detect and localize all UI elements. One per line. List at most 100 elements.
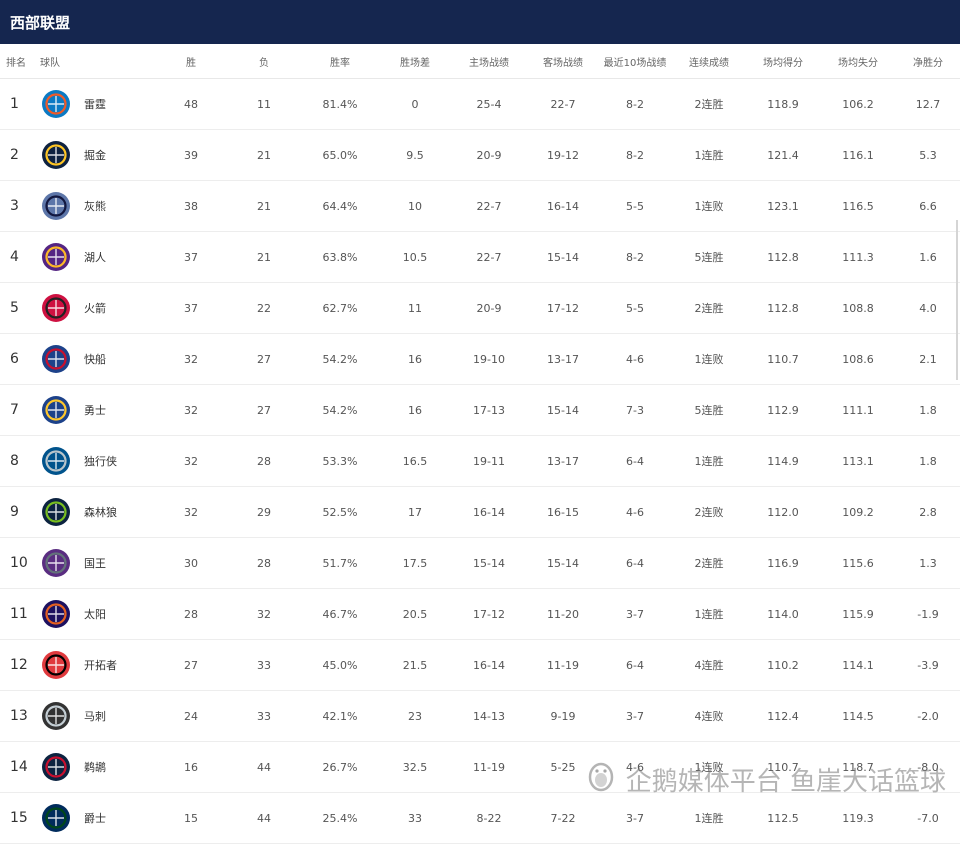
jazz-logo — [40, 802, 72, 834]
away-record-cell: 7-22 — [528, 792, 598, 844]
last10-record-cell: 8-2 — [598, 78, 672, 130]
team-cell[interactable]: 森林狼 — [34, 486, 154, 538]
table-row[interactable]: 4 湖人 37 21 63.8% 10.5 22-7 15-14 8-2 5连胜 112.8 111.… — [0, 231, 960, 283]
col-header-streak: 连续成绩 — [672, 44, 746, 79]
point-diff-cell: 4.0 — [896, 282, 960, 334]
page-title: 西部联盟 — [0, 0, 960, 44]
home-record-cell: 22-7 — [450, 231, 528, 283]
away-record-cell: 13-17 — [528, 333, 598, 385]
point-diff-cell: 1.3 — [896, 537, 960, 589]
home-record-cell: 16-14 — [450, 486, 528, 538]
team-cell[interactable]: 国王 — [34, 537, 154, 589]
losses-cell: 29 — [228, 486, 300, 538]
home-record-cell: 14-13 — [450, 690, 528, 742]
team-cell[interactable]: 火箭 — [34, 282, 154, 334]
table-row[interactable]: 3 灰熊 38 21 64.4% 10 22-7 16-14 5-5 1连败 123.1 116.5 6… — [0, 180, 960, 232]
table-row[interactable]: 14 鹈鹕 16 44 26.7% 32.5 11-19 5-25 4-6 1连败 110.7 118… — [0, 741, 960, 793]
losses-cell: 44 — [228, 792, 300, 844]
home-record-cell: 16-14 — [450, 639, 528, 691]
wins-cell: 15 — [154, 792, 228, 844]
table-row[interactable]: 15 爵士 15 44 25.4% 33 8-22 7-22 3-7 1连胜 112.5 119.3-… — [0, 792, 960, 844]
streak-cell: 1连败 — [672, 741, 746, 793]
col-header-team: 球队 — [34, 44, 154, 79]
scrollbar[interactable] — [956, 220, 958, 380]
table-row[interactable]: 8 独行侠 32 28 53.3% 16.5 19-11 13-17 6-4 1连胜 114.9 11… — [0, 435, 960, 487]
ppg-cell: 112.8 — [746, 282, 820, 334]
team-cell[interactable]: 快船 — [34, 333, 154, 385]
table-row[interactable]: 10 国王 30 28 51.7% 17.5 15-14 15-14 6-4 2连胜 116.9 11… — [0, 537, 960, 589]
rank-cell: 6 — [0, 333, 34, 385]
team-name[interactable]: 掘金 — [84, 147, 106, 163]
team-name[interactable]: 国王 — [84, 555, 106, 571]
games-behind-cell: 0 — [380, 78, 450, 130]
team-cell[interactable]: 太阳 — [34, 588, 154, 640]
last10-record-cell: 8-2 — [598, 231, 672, 283]
team-cell[interactable]: 爵士 — [34, 792, 154, 844]
table-row[interactable]: 2 掘金 39 21 65.0% 9.5 20-9 19-12 8-2 1连胜 121.4 116.1… — [0, 129, 960, 181]
last10-record-cell: 8-2 — [598, 129, 672, 181]
win-pct-cell: 64.4% — [300, 180, 380, 232]
team-cell[interactable]: 马刺 — [34, 690, 154, 742]
table-row[interactable]: 12 开拓者 27 33 45.0% 21.5 16-14 11-19 6-4 4连胜 110.2 1… — [0, 639, 960, 691]
col-header-last10: 最近10场战绩 — [598, 44, 672, 79]
streak-cell: 5连胜 — [672, 231, 746, 283]
point-diff-cell: 2.8 — [896, 486, 960, 538]
team-cell[interactable]: 鹈鹕 — [34, 741, 154, 793]
team-cell[interactable]: 掘金 — [34, 129, 154, 181]
away-record-cell: 5-25 — [528, 741, 598, 793]
team-name[interactable]: 森林狼 — [84, 504, 117, 520]
team-cell[interactable]: 湖人 — [34, 231, 154, 283]
rank-cell: 9 — [0, 486, 34, 538]
wins-cell: 37 — [154, 231, 228, 283]
ppg-cell: 110.2 — [746, 639, 820, 691]
team-name[interactable]: 马刺 — [84, 708, 106, 724]
away-record-cell: 16-14 — [528, 180, 598, 232]
point-diff-cell: 2.1 — [896, 333, 960, 385]
last10-record-cell: 3-7 — [598, 588, 672, 640]
col-header-away: 客场战绩 — [528, 44, 598, 79]
table-row[interactable]: 11 太阳 28 32 46.7% 20.5 17-12 11-20 3-7 1连胜 114.0 11… — [0, 588, 960, 640]
grizzlies-logo — [40, 190, 72, 222]
losses-cell: 33 — [228, 690, 300, 742]
rank-cell: 5 — [0, 282, 34, 334]
games-behind-cell: 16 — [380, 384, 450, 436]
rank-cell: 12 — [0, 639, 34, 691]
point-diff-cell: -3.9 — [896, 639, 960, 691]
table-row[interactable]: 5 火箭 37 22 62.7% 11 20-9 17-12 5-5 2连胜 112.8 108.8 4… — [0, 282, 960, 334]
table-row[interactable]: 7 勇士 32 27 54.2% 16 17-13 15-14 7-3 5连胜 112.9 111.1… — [0, 384, 960, 436]
team-name[interactable]: 爵士 — [84, 810, 106, 826]
team-cell[interactable]: 独行侠 — [34, 435, 154, 487]
win-pct-cell: 54.2% — [300, 333, 380, 385]
team-cell[interactable]: 灰熊 — [34, 180, 154, 232]
standings-table: 排名 球队 胜 负 胜率 胜场差 主场战绩 客场战绩 最近10场战绩 连续成绩 … — [0, 44, 960, 844]
team-name[interactable]: 火箭 — [84, 300, 106, 316]
table-row[interactable]: 9 森林狼 32 29 52.5% 17 16-14 16-15 4-6 2连败 112.0 109.… — [0, 486, 960, 538]
oppg-cell: 116.1 — [820, 129, 896, 181]
away-record-cell: 9-19 — [528, 690, 598, 742]
win-pct-cell: 42.1% — [300, 690, 380, 742]
team-name[interactable]: 勇士 — [84, 402, 106, 418]
team-name[interactable]: 开拓者 — [84, 657, 117, 673]
last10-record-cell: 6-4 — [598, 537, 672, 589]
team-cell[interactable]: 雷霆 — [34, 78, 154, 130]
oppg-cell: 108.8 — [820, 282, 896, 334]
team-name[interactable]: 鹈鹕 — [84, 759, 106, 775]
team-name[interactable]: 独行侠 — [84, 453, 117, 469]
table-row[interactable]: 1 雷霆 48 11 81.4% 0 25-4 22-7 8-2 2连胜 118.9 106.2 12.… — [0, 78, 960, 130]
table-row[interactable]: 13 马刺 24 33 42.1% 23 14-13 9-19 3-7 4连败 112.4 114.5… — [0, 690, 960, 742]
suns-logo — [40, 598, 72, 630]
blazers-logo — [40, 649, 72, 681]
ppg-cell: 116.9 — [746, 537, 820, 589]
home-record-cell: 17-12 — [450, 588, 528, 640]
team-name[interactable]: 快船 — [84, 351, 106, 367]
table-row[interactable]: 6 快船 32 27 54.2% 16 19-10 13-17 4-6 1连败 110.7 108.6… — [0, 333, 960, 385]
win-pct-cell: 45.0% — [300, 639, 380, 691]
team-name[interactable]: 太阳 — [84, 606, 106, 622]
team-cell[interactable]: 开拓者 — [34, 639, 154, 691]
last10-record-cell: 5-5 — [598, 282, 672, 334]
oppg-cell: 111.1 — [820, 384, 896, 436]
team-name[interactable]: 雷霆 — [84, 96, 106, 112]
team-name[interactable]: 湖人 — [84, 249, 106, 265]
team-cell[interactable]: 勇士 — [34, 384, 154, 436]
team-name[interactable]: 灰熊 — [84, 198, 106, 214]
